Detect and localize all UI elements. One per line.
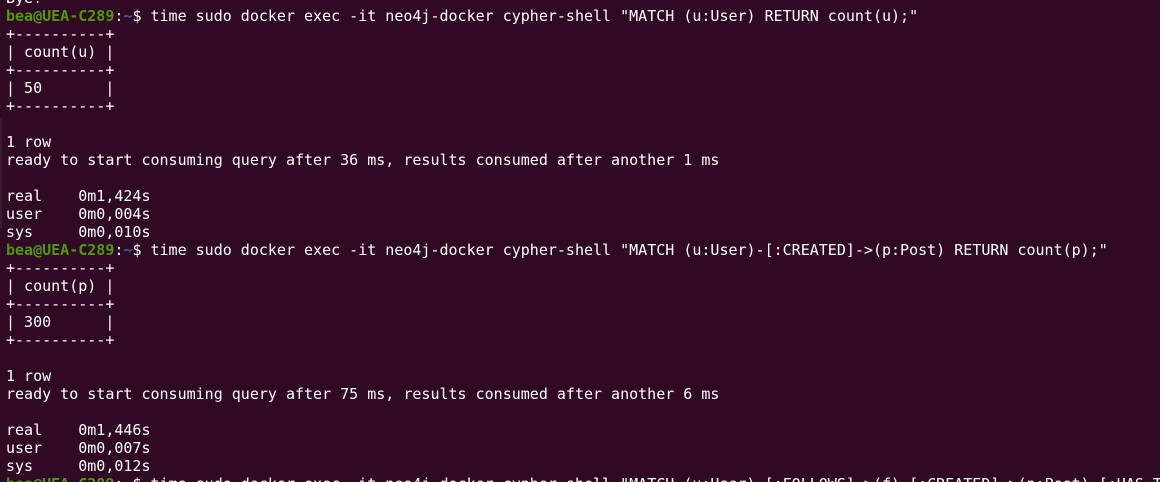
output-line: +----------+: [6, 61, 115, 79]
output-line: real 0m1,446s: [6, 421, 151, 439]
output-line: ready to start consuming query after 36 …: [6, 151, 720, 169]
output-line: +----------+: [6, 97, 115, 115]
output-line: +----------+: [6, 331, 115, 349]
terminal-window[interactable]: Bye!bea@UEA-C289:~$ time sudo docker exe…: [0, 0, 1160, 482]
output-line: user 0m0,007s: [6, 439, 151, 457]
scrollbar-edge: [0, 118, 2, 228]
prompt-user-host: bea@UEA-C289: [6, 475, 114, 482]
prompt-line: bea@UEA-C289:~$ time sudo docker exec -i…: [6, 7, 1160, 25]
output-line: | 50 |: [6, 79, 115, 97]
prompt-sign: $: [132, 7, 151, 25]
command-text: time sudo docker exec -it neo4j-docker c…: [150, 7, 919, 25]
output-line: Bye!: [6, 0, 1160, 7]
output-line: +----------+: [6, 25, 115, 43]
output-line: sys 0m0,012s: [6, 457, 151, 475]
prompt-user-host: bea@UEA-C289: [6, 241, 115, 259]
prompt-sign: $: [132, 241, 151, 259]
terminal-output: Bye!bea@UEA-C289:~$ time sudo docker exe…: [6, 0, 1160, 482]
output-line: 1 row: [6, 367, 52, 385]
output-line: user 0m0,004s: [6, 205, 151, 223]
output-line: | 300 |: [6, 313, 115, 331]
output-line: real 0m1,424s: [6, 187, 151, 205]
command-text: time sudo docker exec -it neo4j-docker c…: [151, 475, 1160, 482]
output-line: +----------+: [6, 259, 115, 277]
output-line: +----------+: [6, 295, 115, 313]
output-line: 1 row: [6, 133, 52, 151]
output-line: ready to start consuming query after 75 …: [6, 385, 720, 403]
prompt-sign: $: [132, 475, 150, 482]
command-text: time sudo docker exec -it neo4j-docker c…: [150, 241, 1108, 259]
output-line: | count(u) |: [6, 43, 115, 61]
output-line: sys 0m0,010s: [6, 223, 151, 241]
output-line: | count(p) |: [6, 277, 115, 295]
prompt-user-host: bea@UEA-C289: [6, 7, 115, 25]
prompt-line: bea@UEA-C289:~$ time sudo docker exec -i…: [6, 475, 1160, 482]
prompt-line: bea@UEA-C289:~$ time sudo docker exec -i…: [6, 241, 1160, 259]
